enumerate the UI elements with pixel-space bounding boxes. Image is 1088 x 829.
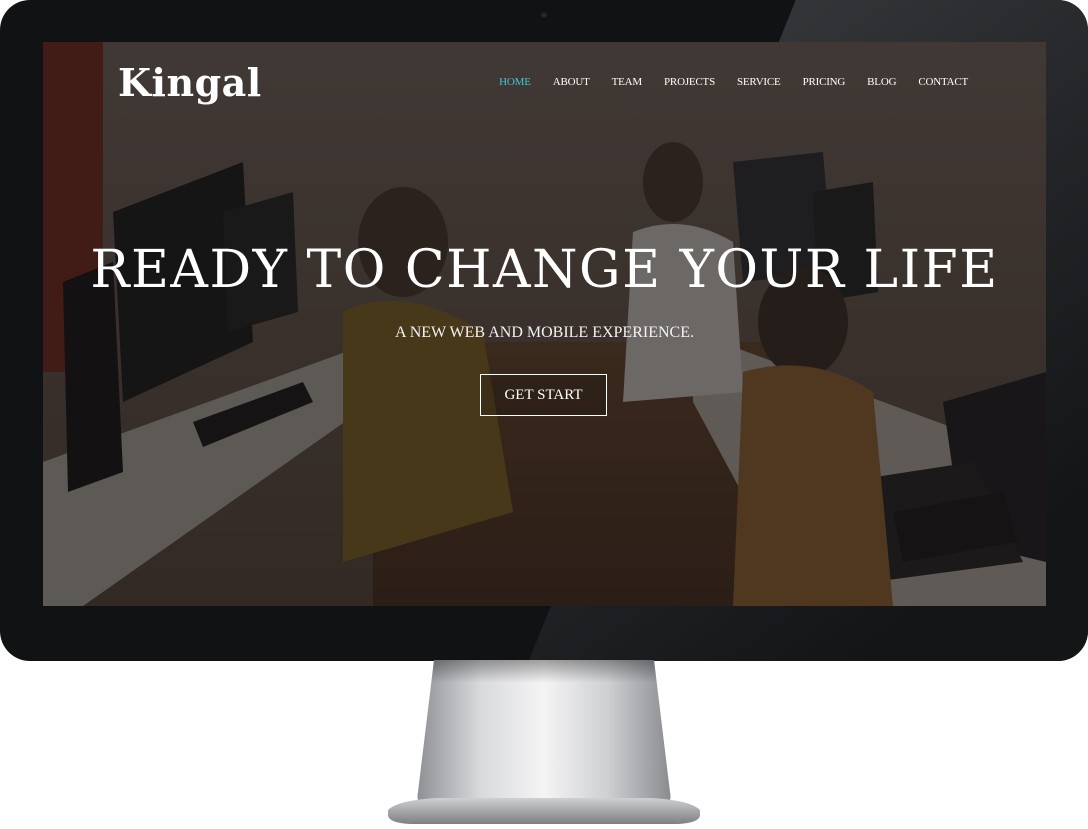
site-logo[interactable]: Kingal — [118, 60, 262, 105]
nav-item-contact[interactable]: CONTACT — [918, 76, 968, 88]
nav-item-pricing[interactable]: PRICING — [803, 76, 846, 88]
hero-title: READY TO CHANGE YOUR LIFE — [90, 240, 999, 300]
get-start-button[interactable]: GET START — [480, 374, 607, 416]
nav-item-home[interactable]: HOME — [499, 76, 531, 88]
nav-item-about[interactable]: ABOUT — [553, 76, 590, 88]
webcam — [540, 12, 548, 18]
monitor-bezel: Kingal HOME ABOUT TEAM PROJECTS SERVICE … — [0, 0, 1088, 661]
main-navigation: HOME ABOUT TEAM PROJECTS SERVICE PRICING… — [499, 76, 968, 88]
nav-item-blog[interactable]: BLOG — [867, 76, 896, 88]
nav-item-service[interactable]: SERVICE — [737, 76, 781, 88]
website-screen: Kingal HOME ABOUT TEAM PROJECTS SERVICE … — [43, 42, 1046, 606]
hero-subtitle: A NEW WEB AND MOBILE EXPERIENCE. — [395, 324, 694, 341]
monitor-stand — [388, 660, 700, 824]
nav-item-team[interactable]: TEAM — [612, 76, 643, 88]
nav-item-projects[interactable]: PROJECTS — [664, 76, 715, 88]
